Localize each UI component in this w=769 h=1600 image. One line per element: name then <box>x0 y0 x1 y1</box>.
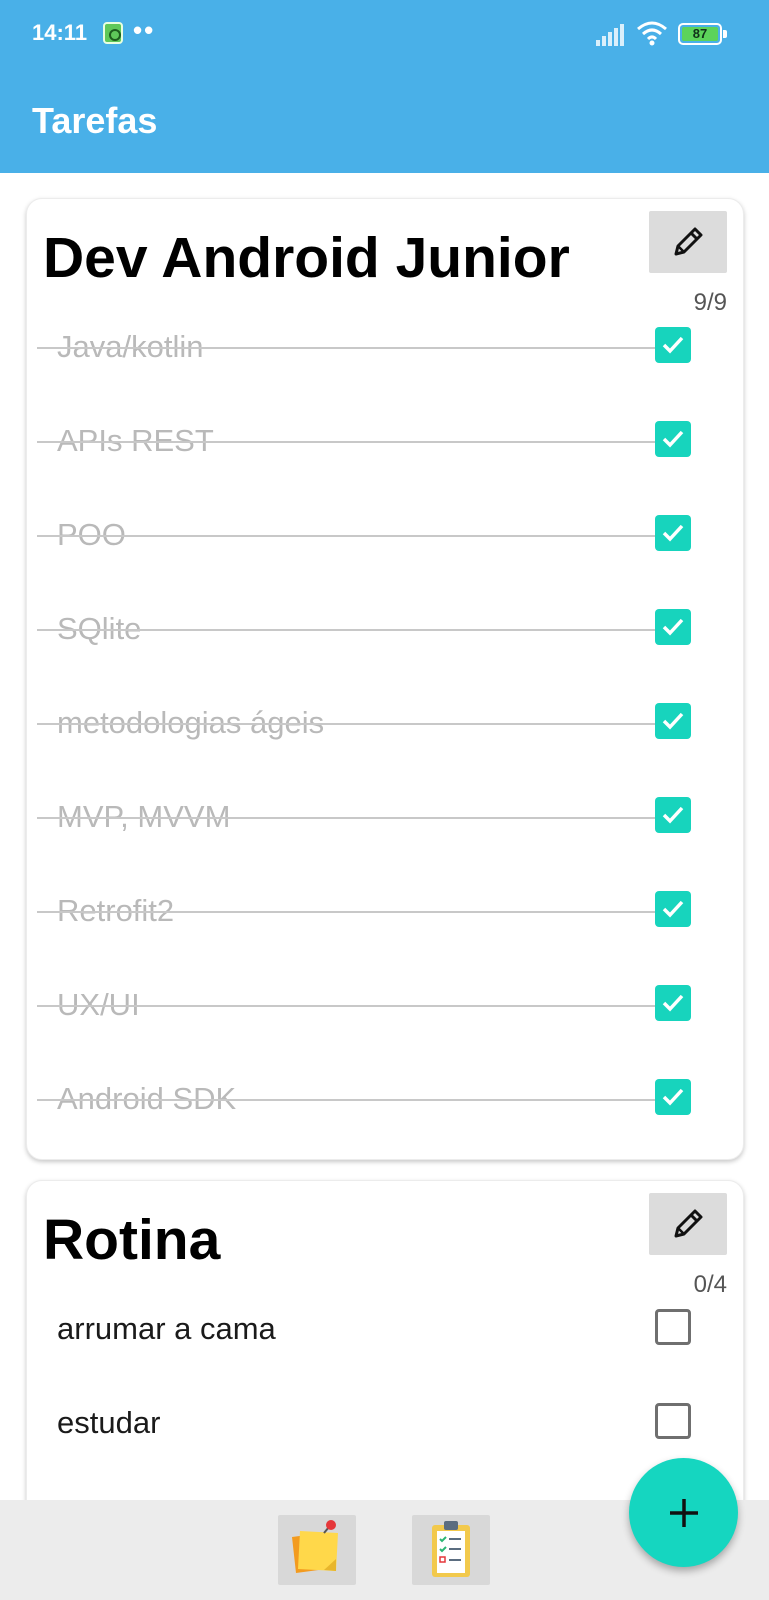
strikethrough-line <box>37 347 667 349</box>
check-icon <box>662 618 684 636</box>
task-item: Java/kotlin <box>27 297 743 391</box>
task-items: arrumar a cama estudar <box>27 1279 743 1467</box>
battery-level: 87 <box>682 27 718 41</box>
edit-list-button[interactable] <box>649 211 727 273</box>
notes-nav-button[interactable] <box>278 1515 356 1585</box>
strikethrough-line <box>37 911 667 913</box>
plus-icon <box>669 1498 698 1527</box>
task-label: estudar <box>57 1405 161 1440</box>
strikethrough-line <box>37 1099 667 1101</box>
status-time: 14:11 <box>32 20 88 45</box>
task-item: POO <box>27 485 743 579</box>
task-checkbox[interactable] <box>655 703 691 739</box>
task-checkbox[interactable] <box>655 327 691 363</box>
check-icon <box>662 524 684 542</box>
check-icon <box>662 712 684 730</box>
check-icon <box>662 430 684 448</box>
clipboard-checklist-icon <box>432 1521 470 1577</box>
strikethrough-line <box>37 1005 667 1007</box>
task-checkbox[interactable] <box>655 891 691 927</box>
check-icon <box>662 994 684 1012</box>
task-checkbox[interactable] <box>655 515 691 551</box>
status-bar: 14:11 •• 87 <box>0 0 769 70</box>
edit-list-button[interactable] <box>649 1193 727 1255</box>
task-item: arrumar a cama <box>27 1279 743 1373</box>
wifi-icon <box>637 21 667 46</box>
task-item: estudar <box>27 1373 743 1467</box>
task-item: metodologias ágeis <box>27 673 743 767</box>
more-notifications-dots: •• <box>133 15 156 45</box>
strikethrough-line <box>37 817 667 819</box>
task-checkbox[interactable] <box>655 797 691 833</box>
task-label: arrumar a cama <box>57 1311 276 1346</box>
strikethrough-line <box>37 723 667 725</box>
check-icon <box>662 806 684 824</box>
strikethrough-line <box>37 629 667 631</box>
task-checkbox[interactable] <box>655 1309 691 1345</box>
task-item: Android SDK <box>27 1049 743 1143</box>
app-notification-icon <box>103 22 123 44</box>
task-checkbox[interactable] <box>655 985 691 1021</box>
task-item: APIs REST <box>27 391 743 485</box>
check-icon <box>662 900 684 918</box>
add-list-button[interactable] <box>629 1458 738 1567</box>
strikethrough-line <box>37 535 667 537</box>
task-list-card: Rotina 0/4 arrumar a cama estudar <box>26 1180 744 1500</box>
task-list-card: Dev Android Junior 9/9 Java/kotlin APIs … <box>26 198 744 1160</box>
task-list-title: Rotina <box>43 1208 221 1272</box>
app-title: Tarefas <box>32 100 158 141</box>
task-list-title: Dev Android Junior <box>43 226 570 290</box>
task-checkbox[interactable] <box>655 1079 691 1115</box>
sticky-note-icon <box>292 1520 338 1573</box>
task-item: SQlite <box>27 579 743 673</box>
pencil-icon <box>674 1209 703 1238</box>
task-checkbox[interactable] <box>655 1403 691 1439</box>
app-bar: Tarefas <box>0 70 769 173</box>
task-checkbox[interactable] <box>655 421 691 457</box>
check-icon <box>662 1088 684 1106</box>
tasks-nav-button[interactable] <box>412 1515 490 1585</box>
battery-icon: 87 <box>678 23 727 45</box>
task-items: Java/kotlin APIs REST POO SQlite metodol <box>27 297 743 1143</box>
check-icon <box>662 336 684 354</box>
task-checkbox[interactable] <box>655 609 691 645</box>
task-lists-scroll[interactable]: Dev Android Junior 9/9 Java/kotlin APIs … <box>0 173 769 1500</box>
task-item: UX/UI <box>27 955 743 1049</box>
strikethrough-line <box>37 441 667 443</box>
task-item: Retrofit2 <box>27 861 743 955</box>
pencil-icon <box>674 227 703 256</box>
task-item: MVP, MVVM <box>27 767 743 861</box>
signal-icon <box>596 24 624 46</box>
